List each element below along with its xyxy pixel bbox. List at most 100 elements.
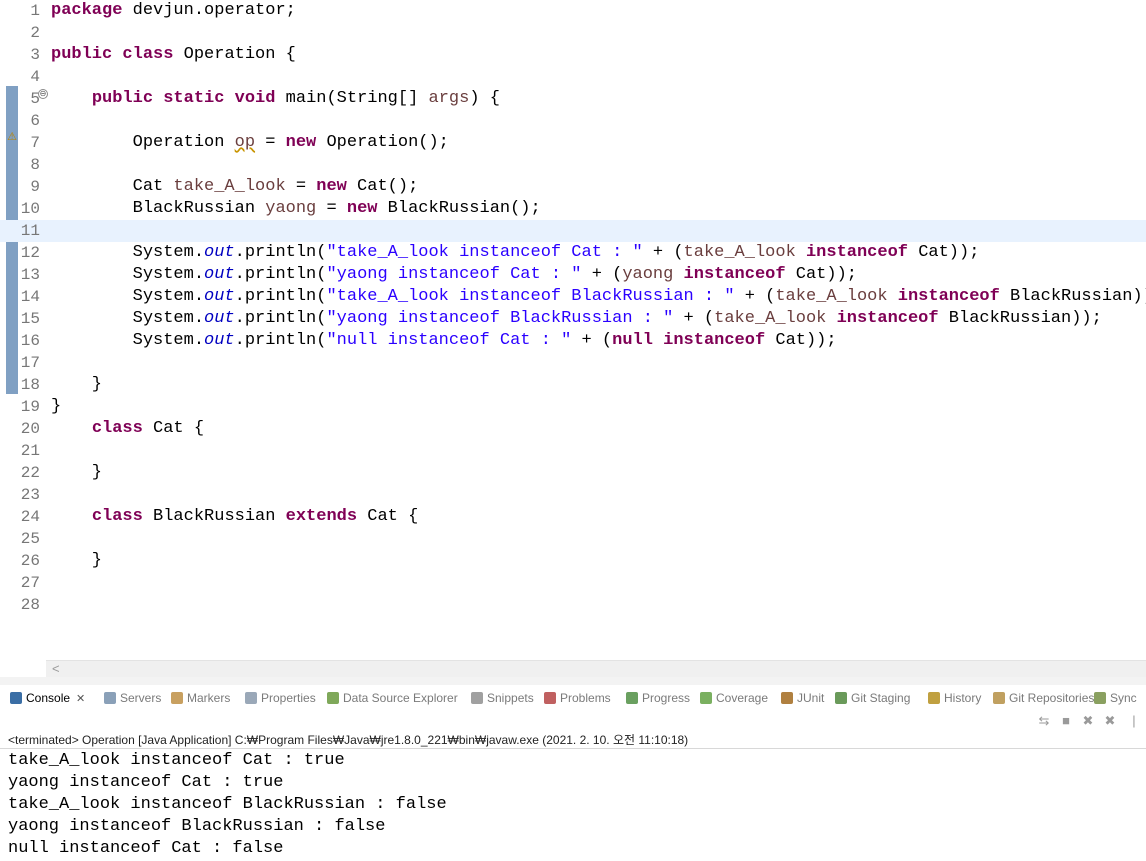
code-text[interactable]: class BlackRussian extends Cat {	[51, 506, 418, 528]
code-line[interactable]: 5 public static void main(String[] args)…	[0, 88, 1146, 110]
code-line[interactable]: 25	[0, 528, 1146, 550]
code-text[interactable]: }	[51, 374, 102, 396]
tab-snippets[interactable]: Snippets	[471, 689, 534, 707]
code-line[interactable]: 13 System.out.println("yaong instanceof …	[0, 264, 1146, 286]
markers-icon	[171, 692, 183, 704]
code-line[interactable]: 14 System.out.println("take_A_look insta…	[0, 286, 1146, 308]
code-line[interactable]: 21	[0, 440, 1146, 462]
code-line[interactable]: 22 }	[0, 462, 1146, 484]
tab-history[interactable]: History	[928, 689, 981, 707]
code-text[interactable]: Operation op = new Operation();	[51, 132, 449, 154]
disconnect-icon[interactable]: ⇆	[1036, 712, 1052, 730]
code-line[interactable]: 6	[0, 110, 1146, 132]
code-line[interactable]: 16 System.out.println("null instanceof C…	[0, 330, 1146, 352]
code-line[interactable]: 11	[0, 220, 1146, 242]
code-line[interactable]: 3 public class Operation {	[0, 44, 1146, 66]
code-line[interactable]: 2	[0, 22, 1146, 44]
code-line[interactable]: 1 package devjun.operator;	[0, 0, 1146, 22]
line-number: 17	[20, 354, 40, 372]
code-lines[interactable]: 1 package devjun.operator; 2 3 public class …	[0, 0, 1146, 616]
git-repositories-icon	[993, 692, 1005, 704]
tab-label: Git Repositories	[1009, 691, 1095, 705]
code-text[interactable]: System.out.println("yaong instanceof Cat…	[51, 264, 857, 286]
line-number: 4	[30, 68, 40, 86]
tab-progress[interactable]: Progress	[626, 689, 690, 707]
line-number: 25	[20, 530, 40, 548]
tab-console[interactable]: Console ✕	[10, 689, 85, 707]
code-line[interactable]: 24 class BlackRussian extends Cat {	[0, 506, 1146, 528]
code-line[interactable]: 28	[0, 594, 1146, 616]
code-text[interactable]: public class Operation {	[51, 44, 296, 66]
tab-label: Console	[26, 691, 71, 705]
tab-junit[interactable]: JUnit	[781, 689, 824, 707]
tab-properties[interactable]: Properties	[245, 689, 316, 707]
console-output[interactable]: take_A_look instanceof Cat : true yaong i…	[8, 751, 447, 861]
code-text[interactable]: System.out.println("take_A_look instance…	[51, 286, 1146, 308]
code-line[interactable]: 10 BlackRussian yaong = new BlackRussian…	[0, 198, 1146, 220]
code-text[interactable]: package devjun.operator;	[51, 0, 296, 22]
tab-label: Snippets	[487, 691, 534, 705]
tab-markers[interactable]: Markers	[171, 689, 230, 707]
code-line[interactable]: 23	[0, 484, 1146, 506]
code-text[interactable]: System.out.println("yaong instanceof Bla…	[51, 308, 1102, 330]
console-divider	[0, 748, 1146, 749]
line-number: 8	[30, 156, 40, 174]
progress-icon	[626, 692, 638, 704]
console-output-line: yaong instanceof Cat : true	[8, 773, 284, 792]
code-line[interactable]: 4	[0, 66, 1146, 88]
panel-divider[interactable]	[0, 677, 1146, 685]
console-output-line: take_A_look instanceof BlackRussian : fa…	[8, 795, 447, 814]
line-number: 11	[20, 222, 40, 240]
tab-label: Problems	[560, 691, 611, 705]
code-text[interactable]: class Cat {	[51, 418, 204, 440]
tab-coverage[interactable]: Coverage	[700, 689, 768, 707]
code-line[interactable]: 19}	[0, 396, 1146, 418]
code-text[interactable]: BlackRussian yaong = new BlackRussian();	[51, 198, 541, 220]
tab-git-repositories[interactable]: Git Repositories	[993, 689, 1094, 707]
fold-collapse-icon[interactable]: ⊖	[38, 89, 48, 99]
line-number: 2	[30, 24, 40, 42]
line-number: 14	[20, 288, 40, 306]
line-number: 15	[20, 310, 40, 328]
tab-problems[interactable]: Problems	[544, 689, 611, 707]
code-line[interactable]: 8	[0, 154, 1146, 176]
line-number: 13	[20, 266, 40, 284]
code-line[interactable]: 7 Operation op = new Operation();	[0, 132, 1146, 154]
code-line[interactable]: 27	[0, 572, 1146, 594]
code-line[interactable]: 20 class Cat {	[0, 418, 1146, 440]
remove-all-icon[interactable]: ✖	[1102, 712, 1118, 730]
tab-sync[interactable]: Sync	[1094, 689, 1137, 707]
tab-git-staging[interactable]: Git Staging	[835, 689, 910, 707]
remove-launch-icon[interactable]: ✖	[1080, 712, 1096, 730]
code-text[interactable]: }	[51, 396, 61, 418]
code-line[interactable]: 26 }	[0, 550, 1146, 572]
history-icon	[928, 692, 940, 704]
close-icon[interactable]: ✕	[76, 693, 85, 705]
scroll-left-icon[interactable]: <	[52, 661, 60, 677]
tab-data-source-explorer[interactable]: Data Source Explorer	[327, 689, 458, 707]
terminate-icon[interactable]: ■	[1058, 712, 1074, 730]
line-number: 9	[30, 178, 40, 196]
junit-icon	[781, 692, 793, 704]
code-line[interactable]: 15 System.out.println("yaong instanceof …	[0, 308, 1146, 330]
code-text[interactable]: }	[51, 462, 102, 484]
line-number: 5	[30, 90, 40, 108]
code-line[interactable]: 9 Cat take_A_look = new Cat();	[0, 176, 1146, 198]
horizontal-scrollbar[interactable]: <	[46, 660, 1146, 677]
code-text[interactable]: Cat take_A_look = new Cat();	[51, 176, 419, 198]
code-line[interactable]: 12 System.out.println("take_A_look insta…	[0, 242, 1146, 264]
bottom-panel-tabs: Console ✕ Servers Markers Properties Data Sou…	[0, 685, 1146, 709]
code-text[interactable]: }	[51, 550, 102, 572]
code-editor[interactable]: ⚠ 1 package devjun.operator; 2 3 public clas…	[0, 0, 1146, 660]
tab-label: Git Staging	[851, 691, 911, 705]
line-number: 19	[20, 398, 40, 416]
code-line[interactable]: 18 }	[0, 374, 1146, 396]
line-number: 23	[20, 486, 40, 504]
code-text[interactable]: System.out.println("take_A_look instance…	[51, 242, 980, 264]
code-text[interactable]: System.out.println("null instanceof Cat …	[51, 330, 837, 352]
tab-servers[interactable]: Servers	[104, 689, 161, 707]
code-text[interactable]: public static void main(String[] args) {	[51, 88, 500, 110]
code-line[interactable]: 17	[0, 352, 1146, 374]
tab-label: Coverage	[716, 691, 769, 705]
tab-label: Properties	[261, 691, 316, 705]
